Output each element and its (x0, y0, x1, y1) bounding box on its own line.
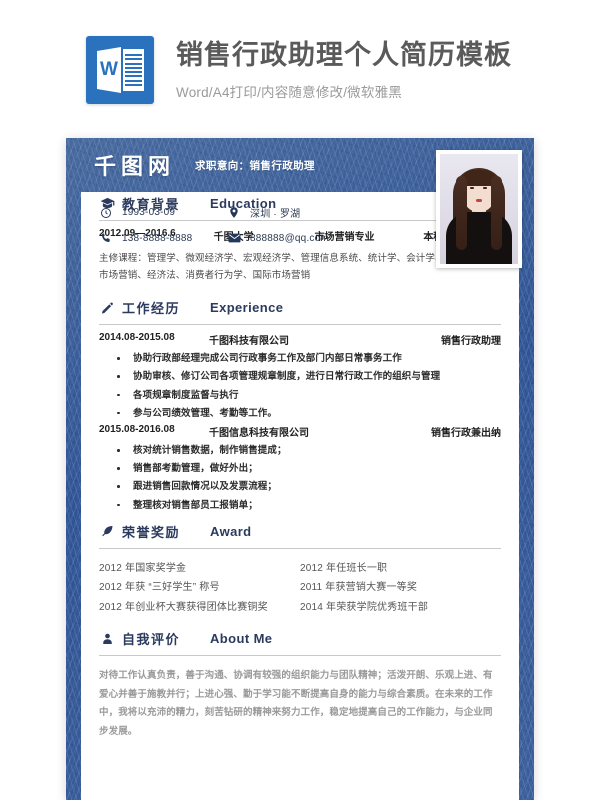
job-period: 2015.08-2016.08 (99, 424, 175, 435)
list-item: 整理核对销售部员工报销单； (99, 498, 501, 513)
envelope-icon (227, 231, 241, 245)
award-item: 2012 年创业杯大赛获得团体比赛铜奖 (99, 601, 268, 613)
section-title-cn: 自我评价 (122, 632, 181, 648)
promo-text-block: 销售行政助理个人简历模板 Word/A4打印/内容随意修改/微软雅黑 (176, 39, 512, 100)
list-item: 参与公司绩效管理、考勤等工作。 (99, 406, 501, 421)
award-column-left: 2012 年国家奖学金 2012 年获 “三好学生” 称号 2012 年创业杯大… (99, 559, 300, 618)
award-item: 2014 年荣获学院优秀班干部 (300, 601, 429, 613)
section-title-en: Award (210, 523, 252, 539)
word-icon-lines (123, 49, 144, 91)
award-item: 2012 年国家奖学金 (99, 562, 187, 574)
resume-content-card: 1993-03-09 深圳 · 罗湖 138-8888-8888 888888@… (81, 192, 519, 800)
award-item: 2012 年获 “三好学生” 称号 (99, 582, 220, 594)
list-item: 核对统计销售数据，制作销售提成； (99, 443, 501, 458)
section-award: 荣誉奖励 Award 2012 年国家奖学金 2012 年获 “三好学生” 称号… (81, 520, 519, 618)
contact-email: 888888@qq.com (227, 231, 329, 245)
award-item: 2011 年获营销大赛一等奖 (300, 582, 418, 594)
word-document-icon: W (86, 36, 154, 104)
list-item: 协助审核、修订公司各项管理规章制度，进行日常行政工作的组织与管理 (99, 369, 501, 384)
contact-email-value: 888888@qq.com (250, 232, 329, 244)
award-column-right: 2012 年任班长一职 2011 年获营销大赛一等奖 2014 年荣获学院优秀班… (300, 559, 501, 618)
section-title-en: Experience (210, 300, 284, 316)
briefcase-pen-icon (99, 300, 115, 316)
resume-sheet: 千图网 求职意向：销售行政助理 1993-03-09 深圳 · 罗湖 138-8… (66, 138, 534, 800)
section-about-me: 自我评价 About Me 对待工作认真负责，善于沟通、协调有较强的组织能力与团… (81, 627, 519, 741)
section-header-award: 荣誉奖励 Award (99, 520, 501, 546)
experience-job-header: 2014.08-2015.08 千图科技有限公司 销售行政助理 (99, 332, 501, 347)
word-icon-letter: W (100, 59, 118, 80)
section-header-experience: 工作经历 Experience (99, 296, 501, 322)
feather-icon (99, 523, 115, 539)
section-title-cn: 工作经历 (122, 301, 181, 317)
award-columns: 2012 年国家奖学金 2012 年获 “三好学生” 称号 2012 年创业杯大… (99, 556, 501, 618)
phone-icon (99, 231, 113, 245)
list-item: 协助行政部经理完成公司行政事务工作及部门内部日常事务工作 (99, 351, 501, 366)
contact-phone-value: 138-8888-8888 (122, 232, 193, 244)
job-duty-list: 核对统计销售数据，制作销售提成； 销售部考勤管理，做好外出； 跟进销售回款情况以… (99, 443, 501, 513)
job-company: 千图科技有限公司 (209, 336, 289, 348)
section-experience: 工作经历 Experience 2014.08-2015.08 千图科技有限公司… (81, 296, 519, 513)
profile-photo-frame (436, 150, 522, 268)
section-divider (99, 324, 501, 326)
page-subtitle: Word/A4打印/内容随意修改/微软雅黑 (176, 84, 402, 100)
contact-location-value: 深圳 · 罗湖 (250, 209, 301, 220)
person-icon (99, 631, 115, 647)
experience-job-header: 2015.08-2016.08 千图信息科技有限公司 销售行政兼出纳 (99, 424, 501, 439)
job-company: 千图信息科技有限公司 (209, 428, 309, 439)
section-header-about: 自我评价 About Me (99, 627, 501, 653)
section-divider (99, 547, 501, 549)
avatar (440, 154, 518, 264)
page-title: 销售行政助理个人简历模板 (176, 40, 512, 71)
contact-birthday: 1993-03-09 (99, 205, 227, 220)
section-divider (99, 655, 501, 657)
list-item: 销售部考勤管理，做好外出； (99, 461, 501, 476)
promo-header: W 销售行政助理个人简历模板 Word/A4打印/内容随意修改/微软雅黑 (0, 0, 600, 140)
award-item: 2012 年任班长一职 (300, 562, 388, 574)
location-pin-icon (227, 206, 241, 220)
contact-location: 深圳 · 罗湖 (227, 205, 300, 220)
brand-logo-text: 千图网 (94, 154, 176, 179)
job-period: 2014.08-2015.08 (99, 332, 175, 344)
clock-icon (99, 206, 113, 220)
about-me-text: 对待工作认真负责，善于沟通、协调有较强的组织能力与团队精神；活泼开朗、乐观上进、… (99, 670, 493, 737)
list-item: 跟进销售回款情况以及发票流程； (99, 479, 501, 494)
job-role: 销售行政兼出纳 (431, 428, 501, 439)
job-objective: 求职意向：销售行政助理 (195, 159, 315, 172)
section-title-en: About Me (210, 631, 273, 647)
contact-phone: 138-8888-8888 (99, 231, 227, 245)
list-item: 各项规章制度监督与执行 (99, 388, 501, 403)
contact-birthday-value: 1993-03-09 (122, 207, 176, 218)
section-title-cn: 荣誉奖励 (122, 524, 181, 540)
job-duty-list: 协助行政部经理完成公司行政事务工作及部门内部日常事务工作 协助审核、修订公司各项… (99, 351, 501, 421)
job-role: 销售行政助理 (441, 336, 501, 348)
